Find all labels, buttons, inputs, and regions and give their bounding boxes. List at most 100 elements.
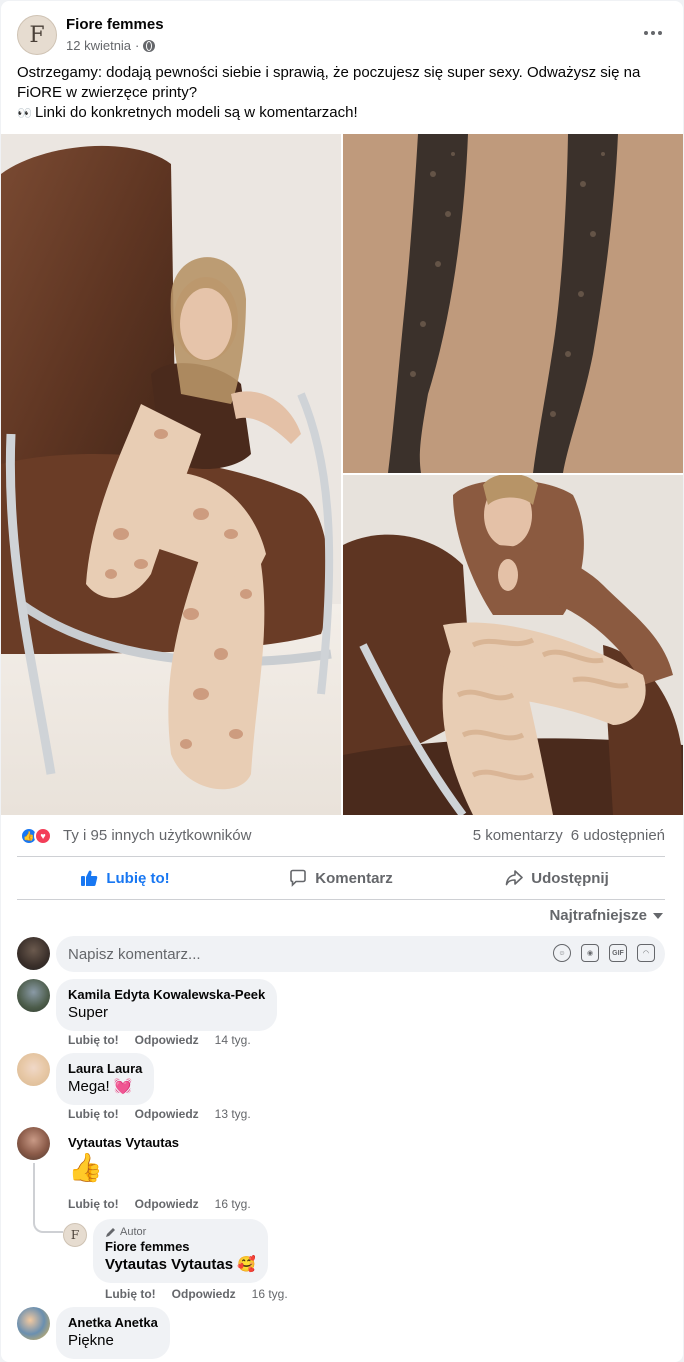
comment-text: 👍 (68, 1152, 103, 1183)
comment-time[interactable]: 14 tyg. (215, 1033, 251, 1047)
commenter-avatar[interactable] (17, 1127, 50, 1160)
comment-input-box[interactable]: ☺ ◉ GIF ◠ (56, 936, 665, 972)
post-meta: 12 kwietnia · (66, 38, 156, 53)
love-reaction-icon: ♥ (34, 827, 52, 845)
author-badge-label: Autor (120, 1226, 147, 1238)
photo-2-illustration (343, 134, 683, 473)
comment-time[interactable]: 13 tyg. (215, 1107, 251, 1121)
composer-tools: ☺ ◉ GIF ◠ (553, 944, 655, 962)
caret-down-icon (653, 912, 663, 919)
post-stats: 5 komentarzy 6 udostępnień (473, 827, 665, 844)
gif-icon[interactable]: GIF (609, 944, 627, 962)
share-button-label: Udostępnij (531, 869, 609, 887)
like-button-label: Lubię to! (106, 869, 170, 887)
photo-zebra-tights-chair[interactable] (343, 475, 683, 815)
comment-reply-link[interactable]: Odpowiedz (135, 1107, 199, 1121)
post-date[interactable]: 12 kwietnia (66, 38, 131, 53)
author-badge: Autor (105, 1225, 256, 1239)
comment-bubble: Kamila Edyta Kowalewska-Peek Super (56, 979, 278, 1031)
commenter-avatar[interactable] (17, 979, 50, 1012)
camera-icon[interactable]: ◉ (581, 944, 599, 962)
comment-button-label: Komentarz (315, 869, 393, 887)
comment-input[interactable] (68, 945, 468, 963)
reply-time[interactable]: 16 tyg. (252, 1287, 288, 1301)
emoji-icon[interactable]: ☺ (553, 944, 571, 962)
reply-item: F Autor Fiore femmes Vytautas Vytautas 🥰… (63, 1219, 665, 1303)
reply-like-link[interactable]: Lubię to! (105, 1287, 156, 1301)
page-name[interactable]: Fiore femmes (66, 16, 164, 33)
comment-like-link[interactable]: Lubię to! (68, 1197, 119, 1211)
comment-sort-dropdown[interactable]: Najtrafniejsze (549, 907, 663, 924)
comment-text: Super (68, 1004, 109, 1021)
comment-item: Anetka Anetka Piękne (17, 1307, 665, 1362)
eyes-emoji-icon: 👀 (17, 106, 32, 120)
photo-1-illustration (1, 134, 341, 815)
divider (17, 899, 665, 900)
pen-icon (106, 1227, 115, 1237)
post-text-line2-row: 👀 Linki do konkretnych modeli są w komen… (17, 103, 669, 123)
comment-icon (290, 869, 307, 887)
photo-dark-leopard-legs[interactable] (343, 134, 683, 473)
reply-author[interactable]: Fiore femmes (105, 1239, 256, 1255)
action-row: Lubię to! Komentarz Udostępnij (17, 859, 665, 897)
comment-bubble: Anetka Anetka Piękne (56, 1307, 170, 1359)
comment-actions: Lubię to! Odpowiedz 13 tyg. (68, 1107, 251, 1121)
sticker-icon[interactable]: ◠ (637, 944, 655, 962)
sort-label: Najtrafniejsze (549, 907, 647, 924)
comment-author[interactable]: Laura Laura (68, 1061, 142, 1077)
photo-gallery (1, 134, 683, 815)
reply-actions: Lubię to! Odpowiedz 16 tyg. (105, 1287, 288, 1301)
more-options-button[interactable] (639, 23, 667, 43)
comment-button[interactable]: Komentarz (233, 859, 449, 897)
dot-icon (644, 31, 648, 35)
reactions-summary[interactable]: Ty i 95 innych użytkowników (63, 827, 251, 844)
post-text: Ostrzegamy: dodają pewności siebie i spr… (17, 63, 669, 123)
comment-bubble: Vytautas Vytautas 👍 (56, 1127, 191, 1193)
like-button[interactable]: Lubię to! (17, 859, 233, 897)
comments-count[interactable]: 5 komentarzy (473, 827, 563, 844)
thread-line (33, 1163, 35, 1219)
comment-item: Laura Laura Mega! 💓 Lubię to! Odpowiedz … (17, 1053, 665, 1123)
globe-icon (143, 39, 156, 52)
comment-reply-link[interactable]: Odpowiedz (135, 1033, 199, 1047)
comment-reply-link[interactable]: Odpowiedz (135, 1197, 199, 1211)
comment-text: Piękne (68, 1332, 114, 1349)
comment-item: Kamila Edyta Kowalewska-Peek Super Lubię… (17, 979, 665, 1049)
comment-composer: ☺ ◉ GIF ◠ (17, 936, 665, 972)
current-user-avatar[interactable] (17, 937, 50, 970)
share-button[interactable]: Udostępnij (449, 859, 665, 897)
comment-bubble: Laura Laura Mega! 💓 (56, 1053, 155, 1105)
comment-actions: Lubię to! Odpowiedz 14 tyg. (68, 1033, 251, 1047)
page-avatar[interactable]: F (17, 15, 57, 55)
comment-actions: Lubię to! Odpowiedz 16 tyg. (68, 1197, 251, 1211)
post-header: F Fiore femmes 12 kwietnia · (17, 15, 667, 57)
comment-like-link[interactable]: Lubię to! (68, 1107, 119, 1121)
share-arrow-icon (505, 870, 524, 886)
dot-icon (651, 31, 655, 35)
comment-like-link[interactable]: Lubię to! (68, 1033, 119, 1047)
photo-leopard-tights-chair[interactable] (1, 134, 341, 815)
shares-count[interactable]: 6 udostępnień (571, 827, 665, 844)
dot-icon (658, 31, 662, 35)
photo-3-illustration (343, 475, 683, 815)
commenter-avatar[interactable] (17, 1307, 50, 1340)
comment-time[interactable]: 16 tyg. (215, 1197, 251, 1211)
reply-text: Vytautas Vytautas 🥰 (105, 1256, 256, 1273)
thread-connector (33, 1219, 63, 1233)
meta-separator: · (135, 38, 140, 53)
comment-author[interactable]: Kamila Edyta Kowalewska-Peek (68, 987, 265, 1003)
reaction-icons[interactable]: 👍 ♥ (20, 827, 58, 845)
post-text-line2: Linki do konkretnych modeli są w komenta… (34, 104, 358, 121)
comment-thread: Vytautas Vytautas 👍 Lubię to! Odpowiedz … (17, 1127, 665, 1303)
thumbs-up-icon (81, 870, 98, 886)
post-card: F Fiore femmes 12 kwietnia · Ostrzegamy:… (1, 1, 683, 1362)
commenter-avatar[interactable] (17, 1053, 50, 1086)
reactions-bar: 👍 ♥ Ty i 95 innych użytkowników 5 koment… (17, 824, 665, 848)
post-text-line1: Ostrzegamy: dodają pewności siebie i spr… (17, 64, 641, 101)
reply-reply-link[interactable]: Odpowiedz (172, 1287, 236, 1301)
comment-text: Mega! 💓 (68, 1078, 133, 1095)
page-avatar-small[interactable]: F (63, 1223, 87, 1247)
comment-author[interactable]: Anetka Anetka (68, 1315, 158, 1331)
divider (17, 856, 665, 857)
comment-author[interactable]: Vytautas Vytautas (68, 1135, 179, 1151)
